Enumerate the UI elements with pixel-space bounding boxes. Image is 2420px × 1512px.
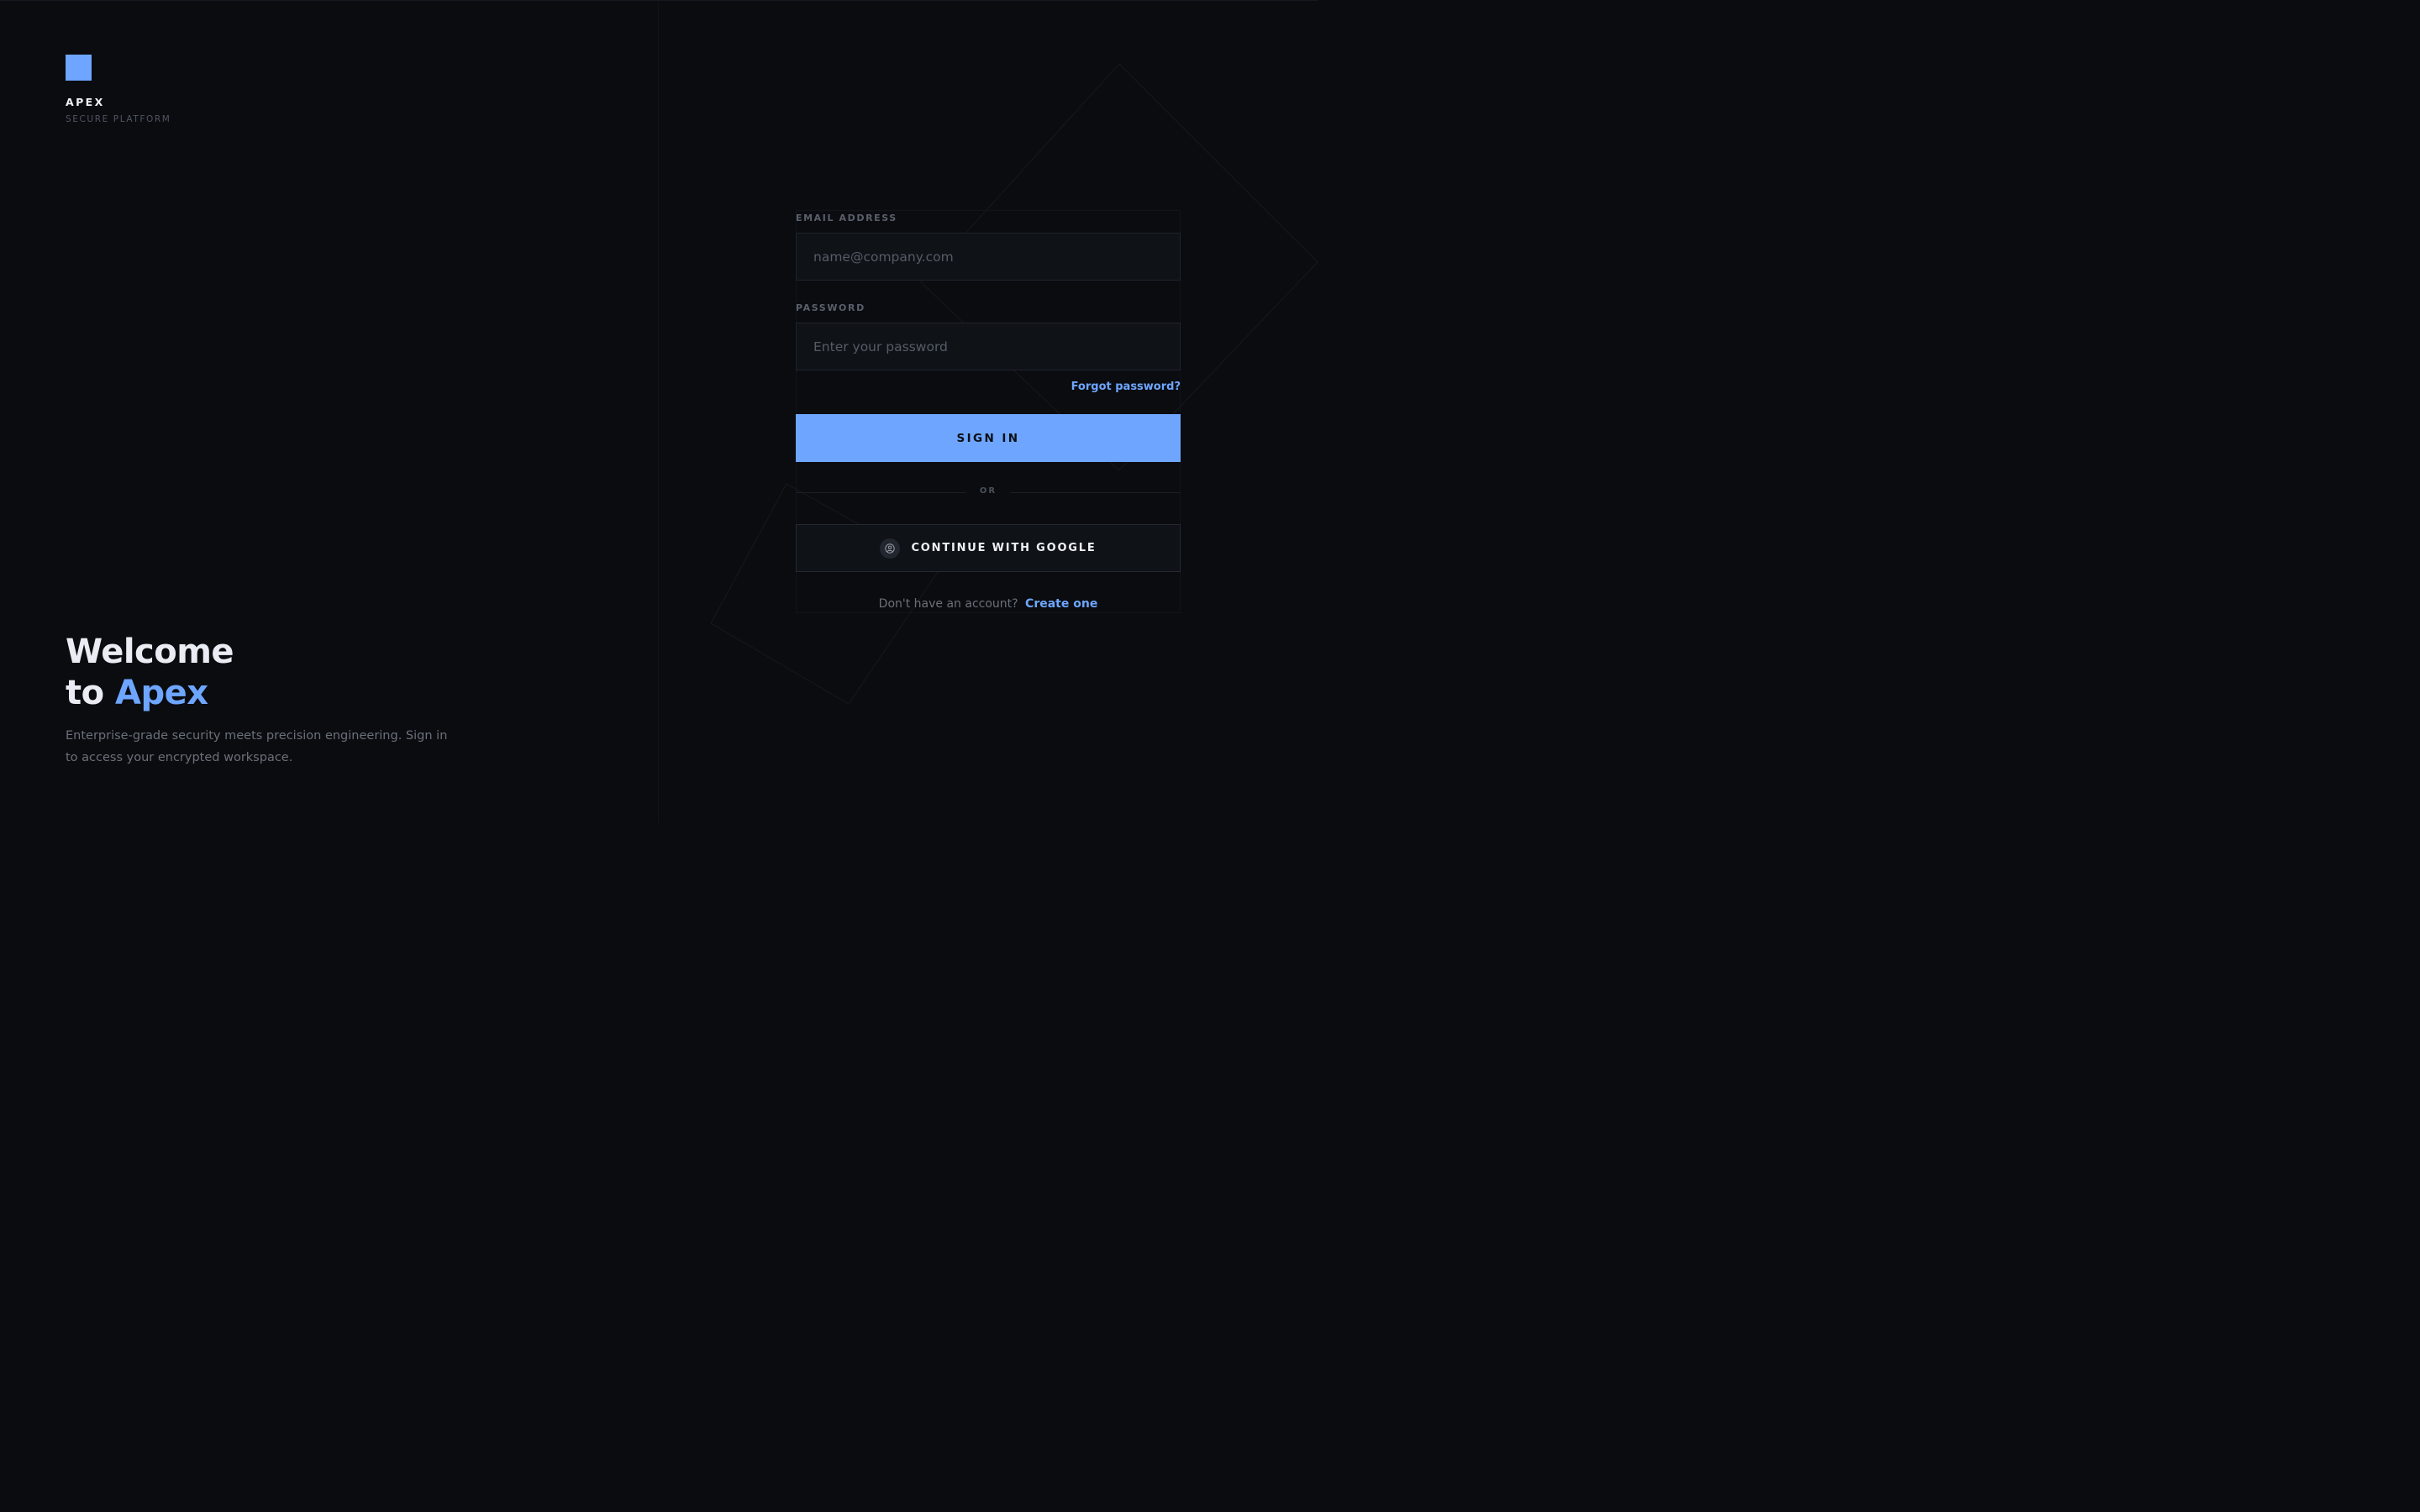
divider-line-right [1010, 492, 1181, 493]
email-label: EMAIL ADDRESS [796, 213, 897, 223]
signup-prompt: Don't have an account? Create one [796, 597, 1181, 611]
email-field[interactable] [796, 233, 1181, 281]
welcome-line-1: Welcome [66, 633, 234, 671]
brand-name: APEX [66, 96, 105, 108]
hero-description: Enterprise-grade security meets precisio… [66, 729, 448, 764]
background-tilted-square-shape [710, 483, 940, 705]
logo-mark [66, 55, 92, 81]
user-circle-icon [880, 538, 901, 559]
password-field[interactable] [796, 323, 1181, 370]
forgot-password-link[interactable]: Forgot password? [1071, 381, 1181, 393]
google-button-label: CONTINUE WITH GOOGLE [911, 542, 1097, 554]
login-page: APEX SECURE PLATFORM Welcome to Apex Ent… [0, 0, 1318, 823]
or-divider: OR [796, 486, 1181, 500]
brand-tagline: SECURE PLATFORM [66, 114, 171, 124]
password-label: PASSWORD [796, 302, 865, 313]
welcome-heading: Welcome to Apex [66, 632, 234, 714]
welcome-brand-accent: Apex [115, 674, 208, 712]
divider-label: OR [979, 486, 997, 496]
sign-in-button[interactable]: SIGN IN [796, 414, 1181, 462]
create-account-link[interactable]: Create one [1025, 597, 1097, 611]
continue-with-google-button[interactable]: CONTINUE WITH GOOGLE [796, 524, 1181, 572]
welcome-line-2-prefix: to [66, 674, 104, 712]
signup-prompt-text: Don't have an account? [878, 597, 1018, 611]
